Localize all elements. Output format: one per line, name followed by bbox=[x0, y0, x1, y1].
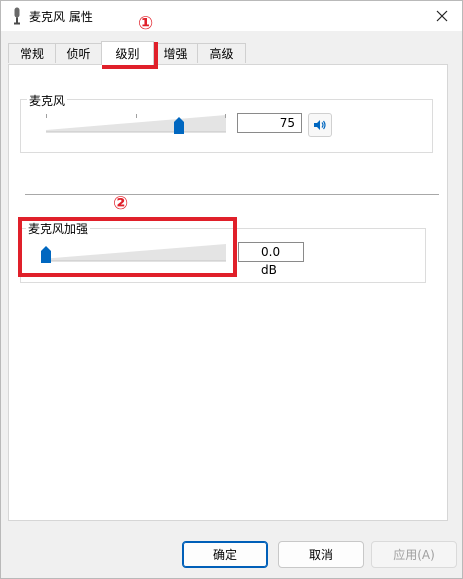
microphone-level-thumb[interactable] bbox=[174, 117, 184, 134]
cancel-button[interactable]: 取消 bbox=[278, 541, 364, 568]
annotation-number-2: ② bbox=[113, 193, 129, 214]
microphone-icon bbox=[14, 7, 20, 25]
annotation-number-1: ① bbox=[138, 13, 154, 34]
microphone-level-value[interactable]: 75 bbox=[237, 113, 302, 133]
divider bbox=[25, 194, 439, 195]
microphone-level-slider[interactable] bbox=[46, 112, 226, 134]
annotation-box-2 bbox=[18, 217, 237, 277]
mute-button[interactable] bbox=[308, 113, 332, 137]
title-bar: 麦克风 属性 bbox=[1, 1, 462, 31]
tab-advanced[interactable]: 高级 bbox=[197, 43, 246, 63]
apply-button[interactable]: 应用(A) bbox=[371, 541, 457, 568]
dialog-footer: 确定 取消 应用(A) bbox=[1, 521, 462, 578]
tab-levels[interactable]: 级别 bbox=[101, 41, 154, 65]
tab-listen[interactable]: 侦听 bbox=[55, 43, 102, 63]
speaker-icon bbox=[314, 120, 326, 130]
levels-panel: 麦克风 75 麦克风加强 0.0 dB ① ② bbox=[8, 13, 448, 521]
close-button[interactable] bbox=[422, 1, 462, 31]
slider-tick bbox=[46, 114, 47, 118]
ok-button[interactable]: 确定 bbox=[182, 541, 268, 568]
tab-enhancements[interactable]: 增强 bbox=[153, 43, 198, 63]
slider-tick bbox=[225, 114, 226, 118]
slider-tick bbox=[136, 114, 137, 118]
tab-general[interactable]: 常规 bbox=[8, 43, 56, 63]
close-icon bbox=[436, 10, 448, 22]
window-title: 麦克风 属性 bbox=[29, 10, 93, 24]
microphone-level-label: 麦克风 bbox=[27, 92, 68, 109]
microphone-boost-value[interactable]: 0.0 dB bbox=[238, 242, 304, 277]
properties-dialog: 麦克风 属性 常规 侦听 级别 增强 高级 麦克风 75 麦克风加强 0.0 d… bbox=[0, 0, 463, 579]
